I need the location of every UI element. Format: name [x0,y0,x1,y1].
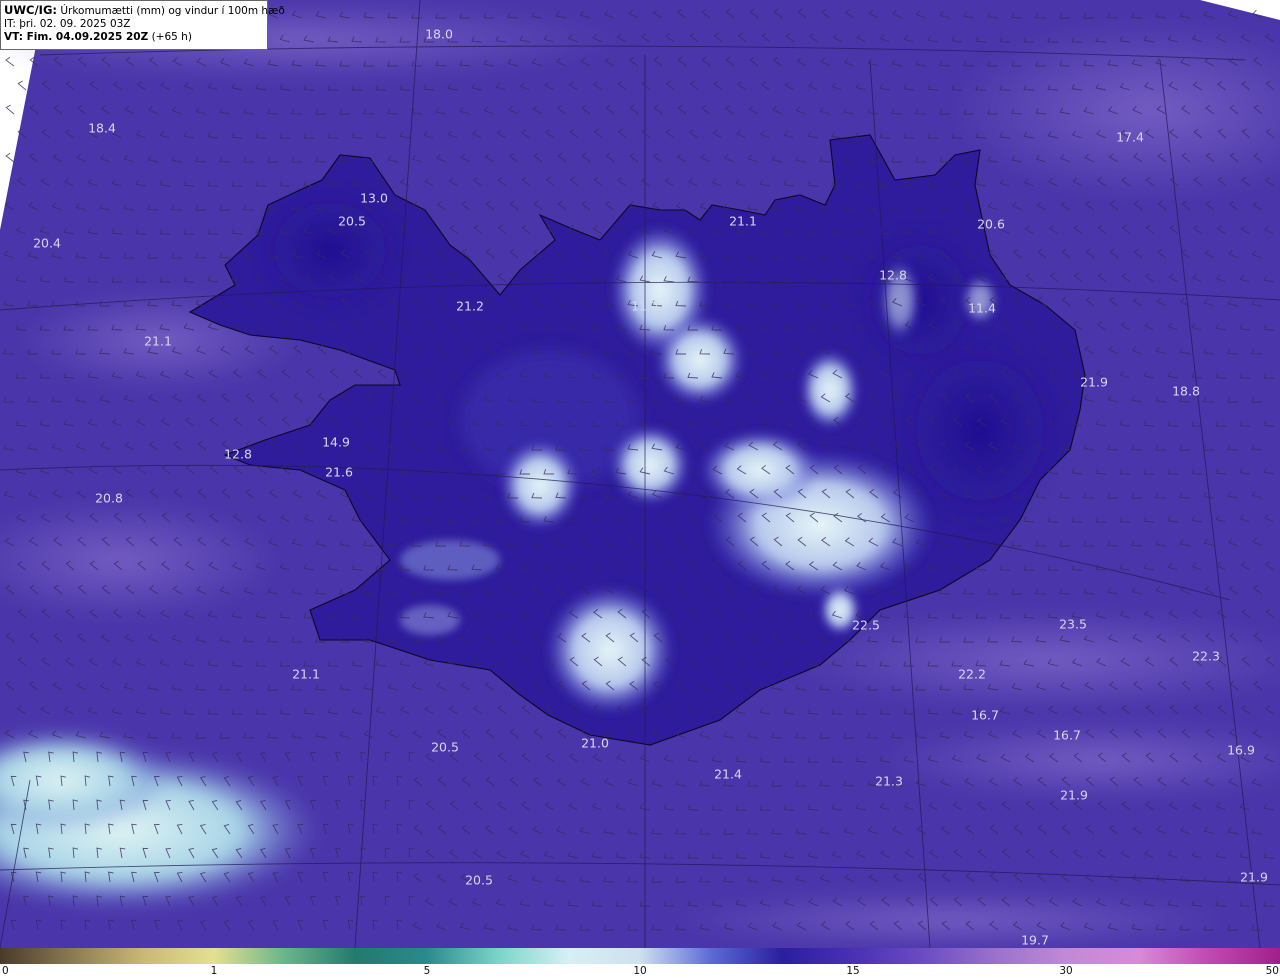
scale-tick: 1 [210,965,218,977]
info-box: UWC/IG: Úrkomumætti (mm) og vindur í 100… [0,0,285,50]
scale-tick: 50 [1265,965,1279,977]
valid-time: VT: Fim. 04.09.2025 20Z [4,31,149,43]
scale-tick: 5 [423,965,431,977]
scale-tick: 0 [2,965,9,977]
title-line: UWC/IG: Úrkomumætti (mm) og vindur í 100… [4,3,285,18]
map-stage: UWC/IG: Úrkomumætti (mm) og vindur í 100… [0,0,1280,978]
scale-tick: 15 [846,965,860,977]
valid-time-line: VT: Fim. 04.09.2025 20Z (+65 h) [4,31,264,44]
forecast-hour: (+65 h) [148,31,192,43]
scale-tick: 10 [633,965,647,977]
init-time: IT: þri. 02. 09. 2025 03Z [4,18,131,30]
model-code: UWC/IG: [4,3,57,17]
precipitation-map [0,0,1280,948]
color-scale-gradient [0,948,1280,964]
color-scale-bar: 0 1 5 10 15 30 50 [0,948,1280,978]
scale-tick: 30 [1059,965,1073,977]
map-title: Úrkomumætti (mm) og vindur í 100m hæð [56,5,285,17]
